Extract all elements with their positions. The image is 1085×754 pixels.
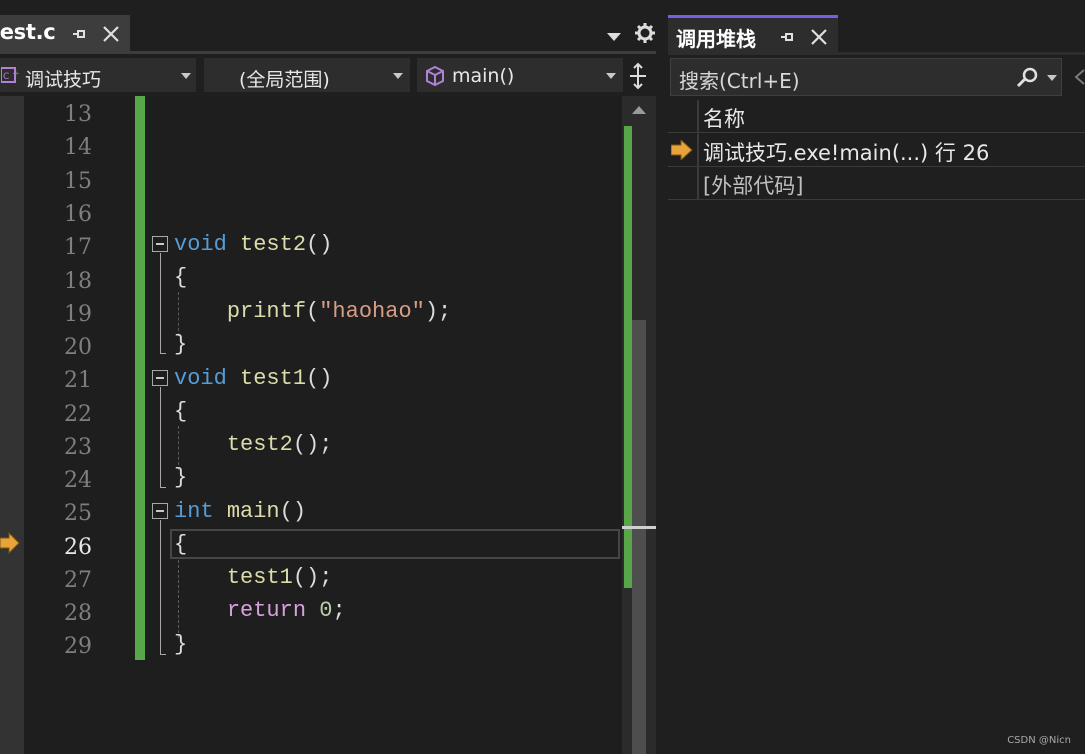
line-number: 29	[64, 634, 92, 659]
split-window-icon[interactable]	[628, 62, 648, 90]
code-line-22: {	[174, 399, 188, 424]
indicator-margin[interactable]	[0, 96, 24, 754]
chevron-down-icon	[606, 73, 616, 79]
current-line-highlight	[170, 529, 620, 559]
code-line-27: test1();	[226, 565, 333, 590]
code-line-18: {	[174, 265, 188, 290]
collapse-toggle[interactable]	[152, 236, 168, 252]
code-line-21: void test1()	[174, 366, 333, 391]
fold-end	[160, 487, 166, 488]
stack-frame-row[interactable]: 调试技巧.exe!main(...) 行 26	[668, 134, 1085, 167]
scroll-up-icon[interactable]	[632, 106, 646, 114]
code-line-28: return 0;	[226, 598, 346, 623]
project-dropdown[interactable]: C + 调试技巧	[0, 58, 196, 92]
navigation-bar: C + 调试技巧 (全局范围) main()	[0, 54, 660, 96]
call-stack-panel: 调用堆栈 搜索(Ctrl+E) 名称 调试技巧.exe!main(...) 行 …	[668, 0, 1085, 754]
line-number: 17	[64, 235, 92, 260]
line-number: 18	[64, 269, 92, 294]
project-icon: C +	[1, 67, 20, 83]
scroll-thumb[interactable]	[632, 320, 646, 754]
execution-pointer-icon[interactable]	[0, 532, 20, 554]
fold-end	[160, 654, 166, 655]
code-line-24: }	[174, 465, 188, 490]
search-placeholder: 搜索(Ctrl+E)	[679, 69, 800, 93]
close-icon[interactable]	[100, 23, 122, 45]
tab-list-dropdown-icon[interactable]	[605, 30, 623, 44]
scrollbar-change-marker	[624, 126, 632, 588]
function-dropdown[interactable]: main()	[417, 58, 623, 92]
scope-name: (全局范围)	[239, 69, 330, 91]
line-number: 22	[64, 402, 92, 427]
tab-label: test.c	[0, 20, 56, 44]
close-icon[interactable]	[808, 26, 830, 48]
chevron-down-icon	[181, 73, 191, 79]
line-number-current: 26	[64, 535, 92, 560]
fold-line	[160, 387, 161, 487]
fold-line	[160, 253, 161, 353]
line-number: 13	[64, 102, 92, 127]
scrollbar-caret-marker	[622, 526, 656, 529]
tab-label: 调用堆栈	[676, 27, 756, 51]
vertical-scrollbar[interactable]	[622, 96, 656, 754]
fold-line	[160, 520, 161, 654]
code-line-17: void test2()	[174, 232, 333, 257]
tab-underline	[668, 52, 1085, 55]
code-line-23: test2();	[226, 432, 333, 457]
gutter-cell	[668, 134, 698, 167]
line-number: 27	[64, 568, 92, 593]
line-number: 25	[64, 501, 92, 526]
collapse-toggle[interactable]	[152, 370, 168, 386]
code-line-25: int main()	[174, 499, 307, 524]
code-line-29: }	[174, 632, 188, 657]
svg-text:C: C	[3, 72, 9, 82]
column-header-row: 名称	[668, 100, 1085, 133]
line-number: 21	[64, 368, 92, 393]
stack-frame-text: [外部代码]	[703, 174, 804, 198]
watermark: CSDN @Nicn	[1007, 735, 1071, 746]
svg-text:+: +	[12, 69, 20, 79]
pin-icon[interactable]	[778, 28, 796, 46]
pin-icon[interactable]	[70, 25, 88, 43]
column-header-name[interactable]: 名称	[703, 103, 745, 133]
code-line-20: }	[174, 332, 188, 357]
gear-icon[interactable]	[634, 22, 656, 44]
line-number: 23	[64, 435, 92, 460]
line-number: 19	[64, 302, 92, 327]
chevron-down-icon[interactable]	[1047, 75, 1057, 81]
line-number: 16	[64, 202, 92, 227]
code-editor[interactable]: 13 14 15 16 17 18 19 20 21 22 23 24 25 2…	[0, 96, 622, 754]
tab-call-stack[interactable]: 调用堆栈	[668, 15, 838, 52]
function-name: main()	[452, 65, 515, 87]
fold-end	[160, 353, 166, 354]
cube-icon	[426, 65, 444, 87]
back-arrow-icon[interactable]	[1072, 66, 1085, 88]
gutter-cell	[668, 100, 698, 133]
collapse-toggle[interactable]	[152, 503, 168, 519]
line-number: 14	[64, 135, 92, 160]
line-number: 28	[64, 601, 92, 626]
editor-tabstrip: test.c	[0, 0, 660, 54]
line-number: 24	[64, 468, 92, 493]
stack-frame-row[interactable]: [外部代码]	[668, 167, 1085, 200]
code-line-19: printf("haohao");	[226, 299, 452, 324]
change-tracking-bar	[135, 96, 145, 660]
stack-frame-text: 调试技巧.exe!main(...) 行 26	[703, 141, 990, 165]
project-name: 调试技巧	[25, 69, 102, 91]
search-input[interactable]: 搜索(Ctrl+E)	[670, 58, 1062, 96]
current-frame-arrow-icon	[671, 140, 693, 160]
gutter-cell	[668, 167, 698, 200]
tab-test-c[interactable]: test.c	[0, 15, 130, 51]
code-line-26: {	[174, 532, 188, 557]
line-number: 15	[64, 169, 92, 194]
chevron-down-icon	[393, 73, 403, 79]
pane-divider[interactable]	[656, 0, 668, 754]
search-icon[interactable]	[1015, 67, 1039, 89]
line-number: 20	[64, 335, 92, 360]
scope-dropdown[interactable]: (全局范围)	[204, 58, 410, 92]
